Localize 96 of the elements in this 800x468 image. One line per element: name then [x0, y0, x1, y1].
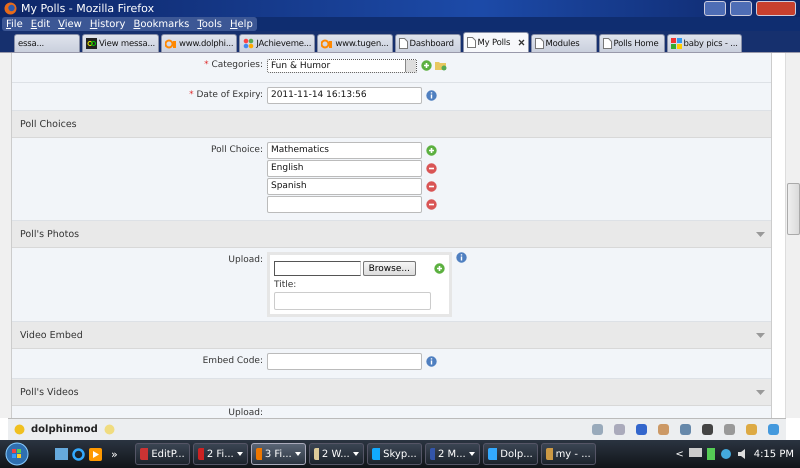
add-icon[interactable]	[420, 60, 432, 71]
section-header: Poll Choices	[12, 111, 772, 138]
browser-tab[interactable]: JAchieveme...	[239, 34, 316, 52]
collapse-arrow-icon[interactable]	[756, 232, 766, 236]
app-icon	[488, 448, 498, 460]
category-select[interactable]: Fun & Humor	[266, 59, 417, 73]
choice-field[interactable]: English	[266, 160, 422, 177]
cp-logo-icon	[164, 38, 177, 49]
info-icon[interactable]	[426, 90, 437, 101]
collapse-arrow-icon[interactable]	[756, 332, 766, 338]
remove-icon[interactable]	[426, 163, 437, 174]
browser-tab[interactable]: www.dolphi...	[160, 34, 238, 52]
media-player-icon[interactable]	[89, 448, 102, 460]
title-label: Title:	[274, 280, 298, 290]
add-icon[interactable]	[426, 145, 437, 156]
title-field[interactable]	[274, 292, 431, 310]
app-icon	[314, 448, 319, 460]
choice-field[interactable]: Mathematics	[266, 142, 422, 159]
section-header[interactable]: Video Embed	[12, 322, 772, 349]
info-icon[interactable]	[456, 252, 467, 263]
section-header[interactable]: Poll's Photos	[12, 221, 772, 248]
status-dot-icon	[14, 424, 25, 435]
more-button[interactable]: »	[111, 448, 118, 460]
toolbar-icon[interactable]	[701, 423, 714, 436]
file-input[interactable]	[274, 261, 361, 276]
field-label: Poll Choice:	[210, 144, 264, 157]
taskbar-button[interactable]: 2 M...	[424, 443, 480, 465]
scrollbar-thumb[interactable]	[786, 183, 800, 235]
field-label: Upload:	[227, 254, 264, 267]
browser-tab[interactable]: www.tugen...	[317, 34, 393, 52]
browser-tab[interactable]: My Polls	[462, 32, 529, 52]
browser-icon[interactable]	[72, 448, 85, 460]
choice-field[interactable]: Spanish	[266, 178, 422, 195]
cp-logo-icon	[321, 38, 334, 49]
menu-item[interactable]: File	[2, 18, 27, 30]
app-icon	[86, 38, 97, 49]
collapse-arrow-icon[interactable]	[756, 390, 766, 394]
taskbar-button[interactable]: Dolp...	[482, 443, 538, 465]
close-icon[interactable]	[518, 39, 525, 46]
username[interactable]: dolphinmod	[31, 424, 98, 435]
menu-item[interactable]: Edit	[26, 18, 54, 30]
google-logo-icon	[670, 38, 682, 49]
browser-tab[interactable]: Modules	[530, 34, 597, 52]
taskbar-button[interactable]: 2 Fi...	[192, 443, 248, 465]
menu-item[interactable]: Help	[226, 18, 257, 30]
folder-add-icon[interactable]	[434, 60, 447, 71]
remove-icon[interactable]	[426, 181, 437, 192]
caret-icon	[352, 452, 359, 456]
field-label: Embed Code:	[202, 355, 264, 368]
browse-button[interactable]: Browse...	[362, 261, 416, 276]
app-icon	[198, 448, 204, 460]
menu-item[interactable]: Bookmarks	[129, 18, 194, 30]
minimize-button[interactable]	[704, 1, 726, 16]
section-header[interactable]: Poll's Videos	[12, 379, 772, 406]
caret-icon	[294, 452, 301, 456]
browser-tab[interactable]: Polls Home	[598, 34, 665, 52]
caret-icon	[236, 452, 243, 456]
clock[interactable]: 4:15 PM	[754, 448, 794, 460]
browser-tab[interactable]: essa...	[14, 34, 80, 52]
caret-icon	[468, 452, 475, 456]
browser-tab[interactable]: baby pics - ...	[666, 34, 742, 52]
page-icon	[466, 37, 476, 48]
tray-expand-button[interactable]: <	[675, 448, 684, 460]
app-icon	[546, 448, 553, 460]
taskbar-button[interactable]: Skyp...	[366, 443, 422, 465]
page-icon	[398, 38, 408, 49]
add-icon[interactable]	[434, 263, 445, 274]
app-icon	[372, 448, 380, 460]
app-icon	[256, 448, 262, 460]
menu-item[interactable]: History	[86, 18, 130, 30]
field-label: * Categories:	[203, 59, 264, 72]
info-icon[interactable]	[426, 356, 437, 367]
taskbar-button[interactable]: 2 W...	[308, 443, 364, 465]
page-icon	[602, 38, 612, 49]
app-icon	[430, 448, 436, 460]
taskbar-button[interactable]: EditP...	[134, 443, 190, 465]
close-button[interactable]	[756, 1, 796, 16]
taskbar-button[interactable]: 3 Fi...	[250, 443, 306, 465]
date-field[interactable]: 2011-11-14 16:13:56	[266, 87, 422, 104]
joomla-logo-icon	[243, 38, 254, 49]
taskbar-button[interactable]: my - ...	[540, 443, 596, 465]
maximize-button[interactable]	[730, 1, 752, 16]
menu-item[interactable]: View	[54, 18, 86, 30]
window-title: My Polls - Mozilla Firefox	[21, 2, 156, 15]
remove-icon[interactable]	[426, 199, 437, 210]
toolbar-icon[interactable]	[635, 423, 648, 436]
firefox-logo-icon	[4, 2, 17, 15]
field-label: * Date of Expiry:	[188, 89, 264, 102]
app-icon	[140, 448, 148, 460]
field-label: Upload:	[227, 407, 264, 418]
browser-tab[interactable]: Dashboard	[394, 34, 461, 52]
page-icon	[534, 38, 544, 49]
menu-item[interactable]: Tools	[193, 18, 226, 30]
browser-tab[interactable]: View messa...	[82, 34, 159, 52]
embed-code-field[interactable]	[266, 353, 422, 370]
choice-field[interactable]	[266, 196, 422, 213]
